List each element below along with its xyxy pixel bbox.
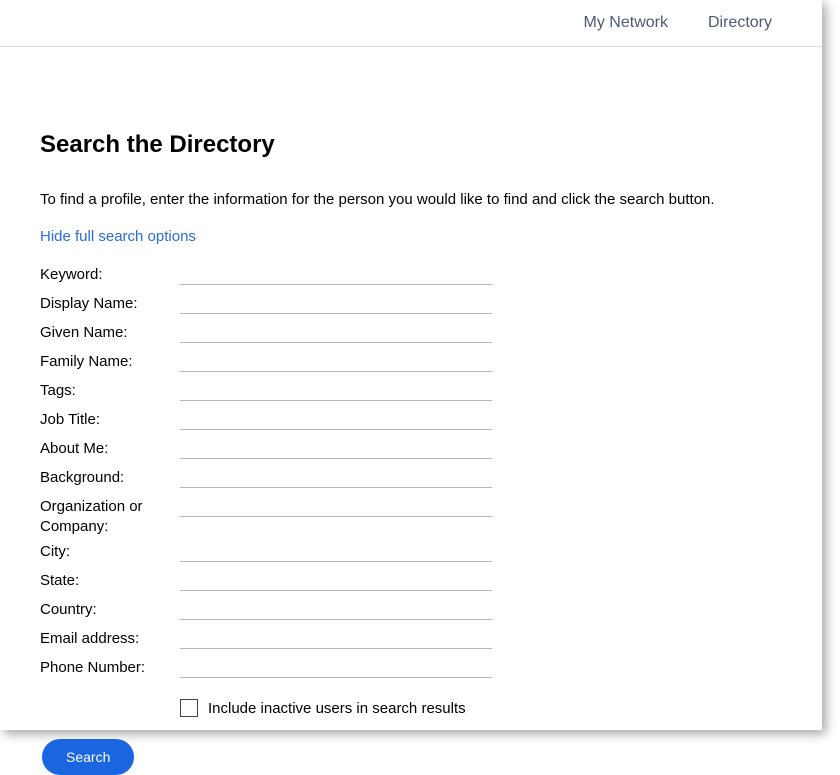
- tags-label: Tags:: [40, 379, 180, 401]
- include-inactive-label: Include inactive users in search results: [208, 700, 466, 717]
- email-label: Email address:: [40, 627, 180, 649]
- phone-input[interactable]: [180, 656, 492, 678]
- search-button[interactable]: Search: [42, 739, 134, 775]
- city-input[interactable]: [180, 540, 492, 562]
- state-label: State:: [40, 569, 180, 591]
- organization-label: Organization or Company:: [40, 495, 180, 536]
- nav-my-network[interactable]: My Network: [584, 14, 668, 32]
- country-label: Country:: [40, 598, 180, 620]
- background-label: Background:: [40, 466, 180, 488]
- main-content: Search the Directory To find a profile, …: [0, 47, 822, 775]
- toggle-search-options-link[interactable]: Hide full search options: [40, 228, 196, 245]
- top-nav: My Network Directory: [0, 0, 822, 47]
- job-title-label: Job Title:: [40, 408, 180, 430]
- phone-label: Phone Number:: [40, 656, 180, 678]
- include-inactive-checkbox[interactable]: [180, 699, 198, 717]
- display-name-label: Display Name:: [40, 292, 180, 314]
- about-me-label: About Me:: [40, 437, 180, 459]
- country-input[interactable]: [180, 598, 492, 620]
- email-input[interactable]: [180, 627, 492, 649]
- page-title: Search the Directory: [40, 131, 822, 159]
- keyword-label: Keyword:: [40, 263, 180, 285]
- job-title-input[interactable]: [180, 408, 492, 430]
- tags-input[interactable]: [180, 379, 492, 401]
- nav-directory[interactable]: Directory: [708, 14, 772, 32]
- family-name-label: Family Name:: [40, 350, 180, 372]
- background-input[interactable]: [180, 466, 492, 488]
- city-label: City:: [40, 540, 180, 562]
- given-name-label: Given Name:: [40, 321, 180, 343]
- about-me-input[interactable]: [180, 437, 492, 459]
- given-name-input[interactable]: [180, 321, 492, 343]
- family-name-input[interactable]: [180, 350, 492, 372]
- state-input[interactable]: [180, 569, 492, 591]
- display-name-input[interactable]: [180, 292, 492, 314]
- organization-input[interactable]: [180, 495, 492, 517]
- keyword-input[interactable]: [180, 263, 492, 285]
- instructions-text: To find a profile, enter the information…: [40, 191, 822, 208]
